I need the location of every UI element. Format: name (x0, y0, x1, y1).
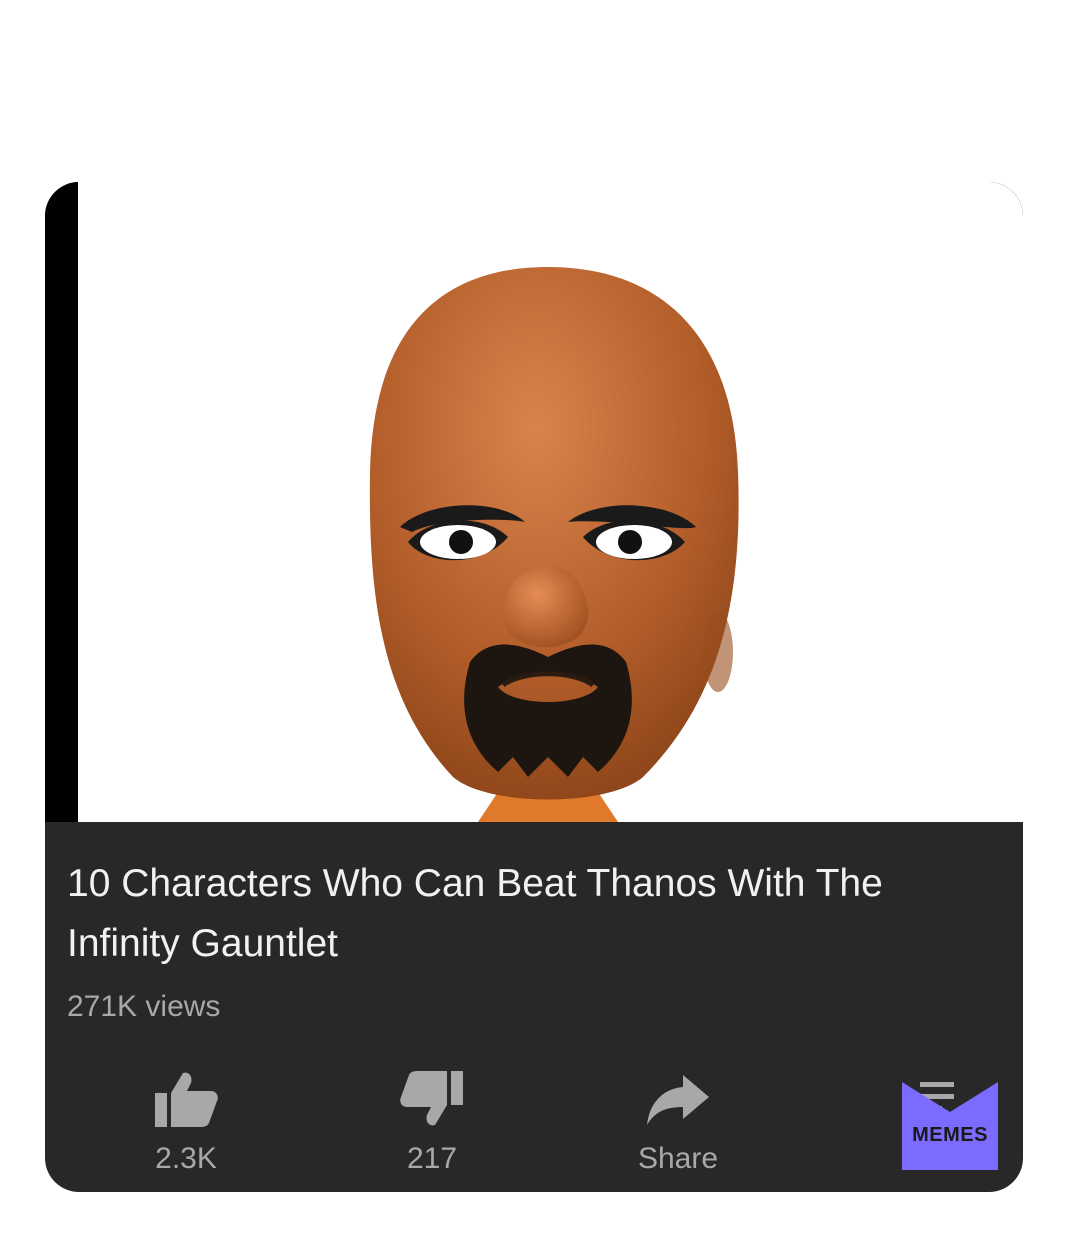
like-count: 2.3K (155, 1142, 217, 1175)
share-label: Share (637, 1142, 719, 1175)
dislike-count: 217 (406, 1142, 458, 1175)
thumbs-down-icon (400, 1071, 463, 1126)
memes-watermark: MEMES (902, 1082, 998, 1170)
share-button[interactable]: Share (593, 1064, 763, 1176)
share-arrow-icon (647, 1075, 709, 1125)
video-title[interactable]: 10 Characters Who Can Beat Thanos With T… (67, 854, 947, 974)
mii-face-illustration (369, 267, 739, 822)
video-thumbnail[interactable] (45, 182, 1023, 822)
like-button[interactable]: 2.3K (101, 1064, 271, 1176)
dislike-button[interactable]: 217 (347, 1064, 517, 1176)
view-count: 271K views (67, 990, 221, 1023)
watermark-text: MEMES (912, 1124, 988, 1146)
thumbs-up-icon (155, 1072, 218, 1127)
thumbnail-image (78, 182, 1023, 822)
video-card: 10 Characters Who Can Beat Thanos With T… (45, 182, 1023, 1192)
